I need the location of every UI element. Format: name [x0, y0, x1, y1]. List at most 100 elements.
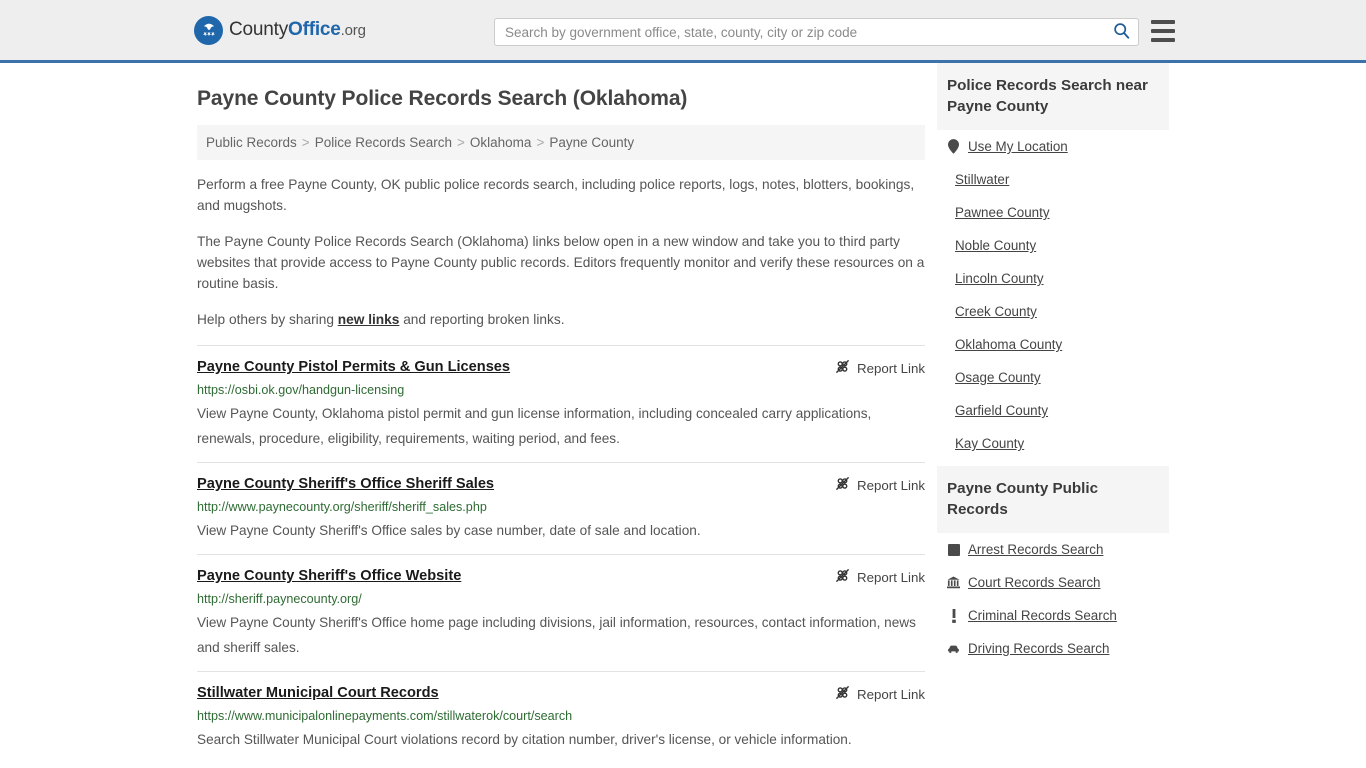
logo-text-county: County [229, 19, 289, 40]
report-link-label: Report Link [857, 569, 925, 585]
broken-link-icon [835, 568, 850, 586]
logo-text-org: .org [340, 22, 366, 39]
site-header: CountyOffice.org [0, 0, 1366, 63]
breadcrumb-separator: > [301, 135, 310, 150]
sidebar-nearby-link[interactable]: Creek County [955, 304, 1037, 319]
sidebar-nearby-link[interactable]: Lincoln County [955, 271, 1044, 286]
sidebar-nearby-link[interactable]: Stillwater [955, 172, 1009, 187]
result-url[interactable]: https://www.municipalonlinepayments.com/… [197, 708, 925, 725]
report-link-button[interactable]: Report Link [835, 358, 925, 377]
breadcrumb-item-3[interactable]: Payne County [549, 135, 634, 150]
result-url[interactable]: https://osbi.ok.gov/handgun-licensing [197, 382, 925, 399]
sidebar-public-records-section: Payne County Public Records Arrest Recor… [937, 466, 1169, 665]
sidebar-nearby-item[interactable]: Oklahoma County [937, 328, 1169, 361]
page-body: Payne County Police Records Search (Okla… [0, 63, 1366, 763]
breadcrumb-separator: > [457, 135, 465, 150]
report-link-button[interactable]: Report Link [835, 475, 925, 494]
intro-paragraph-3: Help others by sharing new links and rep… [197, 309, 925, 330]
search-icon [1113, 22, 1130, 42]
report-link-label: Report Link [857, 477, 925, 493]
main-content: Payne County Police Records Search (Okla… [197, 63, 925, 763]
sidebar-public-records-list: Arrest Records Search Court Records Searc… [937, 533, 1169, 665]
sidebar-nearby-link[interactable]: Use My Location [968, 139, 1068, 154]
result-header: Payne County Sheriff's Office Sheriff Sa… [197, 475, 925, 494]
hamburger-bar [1151, 38, 1175, 42]
sidebar-record-item[interactable]: Driving Records Search [937, 632, 1169, 665]
sidebar-record-item[interactable]: Criminal Records Search [937, 599, 1169, 632]
eagle-shield-logo-icon [194, 15, 223, 45]
result-title-link[interactable]: Payne County Pistol Permits & Gun Licens… [197, 358, 510, 377]
search-input[interactable] [495, 19, 1104, 45]
handcuffs-icon [947, 542, 960, 557]
result-description: View Payne County Sheriff's Office home … [197, 615, 916, 655]
sidebar-nearby-item[interactable]: Noble County [937, 229, 1169, 262]
sidebar-record-link[interactable]: Arrest Records Search [968, 542, 1103, 557]
new-links-link[interactable]: new links [338, 312, 400, 327]
hamburger-bar [1151, 29, 1175, 33]
sidebar-nearby-item[interactable]: Osage County [937, 361, 1169, 394]
result-header: Payne County Sheriff's Office Website Rep… [197, 567, 925, 586]
sidebar-nearby-link[interactable]: Noble County [955, 238, 1036, 253]
result-item: Payne County Sheriff's Office Website Rep… [197, 554, 925, 671]
results-list: Payne County Pistol Permits & Gun Licens… [197, 345, 925, 763]
sidebar-record-link[interactable]: Court Records Search [968, 575, 1100, 590]
search-button[interactable] [1104, 19, 1138, 45]
result-title-link[interactable]: Stillwater Municipal Court Records [197, 684, 439, 703]
result-header: Stillwater Municipal Court Records Report… [197, 684, 925, 703]
site-logo[interactable]: CountyOffice.org [194, 15, 366, 45]
sidebar-nearby-item[interactable]: Use My Location [937, 130, 1169, 163]
sidebar-nearby-item[interactable]: Creek County [937, 295, 1169, 328]
report-link-label: Report Link [857, 360, 925, 376]
sidebar-nearby-item[interactable]: Kay County [937, 427, 1169, 460]
sidebar-record-link[interactable]: Driving Records Search [968, 641, 1109, 656]
logo-text-office: Office [288, 19, 341, 40]
sidebar-nearby-link[interactable]: Garfield County [955, 403, 1048, 418]
breadcrumb-separator: > [536, 135, 545, 150]
search-box[interactable] [494, 18, 1139, 46]
sidebar-record-item[interactable]: Court Records Search [937, 566, 1169, 599]
sidebar-nearby-section: Police Records Search near Payne County … [937, 63, 1169, 460]
breadcrumb-item-1[interactable]: Police Records Search [315, 135, 452, 150]
result-item: Payne County Sheriff's Office Sheriff Sa… [197, 462, 925, 554]
intro-paragraph-1: Perform a free Payne County, OK public p… [197, 177, 915, 213]
report-link-button[interactable]: Report Link [835, 567, 925, 586]
result-url[interactable]: http://sheriff.paynecounty.org/ [197, 591, 925, 608]
broken-link-icon [835, 359, 850, 377]
sidebar-public-records-heading: Payne County Public Records [937, 466, 1169, 533]
result-title-link[interactable]: Payne County Sheriff's Office Website [197, 567, 461, 586]
sidebar-nearby-item[interactable]: Lincoln County [937, 262, 1169, 295]
courthouse-icon [947, 575, 960, 590]
sidebar-nearby-link[interactable]: Oklahoma County [955, 337, 1062, 352]
result-header: Payne County Pistol Permits & Gun Licens… [197, 358, 925, 377]
sidebar-record-item[interactable]: Arrest Records Search [937, 533, 1169, 566]
result-description: View Payne County, Oklahoma pistol permi… [197, 406, 872, 446]
result-item: Stillwater Municipal Court Records Report… [197, 671, 925, 763]
sidebar-nearby-link[interactable]: Pawnee County [955, 205, 1050, 220]
intro-paragraph-2: The Payne County Police Records Search (… [197, 234, 925, 291]
site-logo-text: CountyOffice.org [229, 19, 366, 41]
sidebar-record-link[interactable]: Criminal Records Search [968, 608, 1117, 623]
sidebar-nearby-item[interactable]: Stillwater [937, 163, 1169, 196]
breadcrumb: Public Records > Police Records Search > Okl… [197, 125, 925, 160]
sidebar-nearby-item[interactable]: Pawnee County [937, 196, 1169, 229]
hamburger-menu-icon[interactable] [1151, 20, 1175, 42]
result-url[interactable]: http://www.paynecounty.org/sheriff/sheri… [197, 499, 925, 516]
broken-link-icon [835, 685, 850, 703]
car-icon [947, 641, 960, 656]
intro-p3-after: and reporting broken links. [399, 312, 565, 327]
sidebar-nearby-link[interactable]: Osage County [955, 370, 1041, 385]
report-link-label: Report Link [857, 686, 925, 702]
result-item: Payne County Pistol Permits & Gun Licens… [197, 345, 925, 462]
breadcrumb-item-0[interactable]: Public Records [206, 135, 297, 150]
breadcrumb-item-2[interactable]: Oklahoma [470, 135, 532, 150]
intro-text: Perform a free Payne County, OK public p… [197, 174, 925, 330]
sidebar-nearby-item[interactable]: Garfield County [937, 394, 1169, 427]
exclamation-icon [947, 608, 960, 623]
map-pin-icon [947, 139, 960, 154]
broken-link-icon [835, 476, 850, 494]
report-link-button[interactable]: Report Link [835, 684, 925, 703]
sidebar-nearby-link[interactable]: Kay County [955, 436, 1024, 451]
hamburger-bar [1151, 20, 1175, 24]
result-description: View Payne County Sheriff's Office sales… [197, 523, 701, 538]
result-title-link[interactable]: Payne County Sheriff's Office Sheriff Sa… [197, 475, 494, 494]
